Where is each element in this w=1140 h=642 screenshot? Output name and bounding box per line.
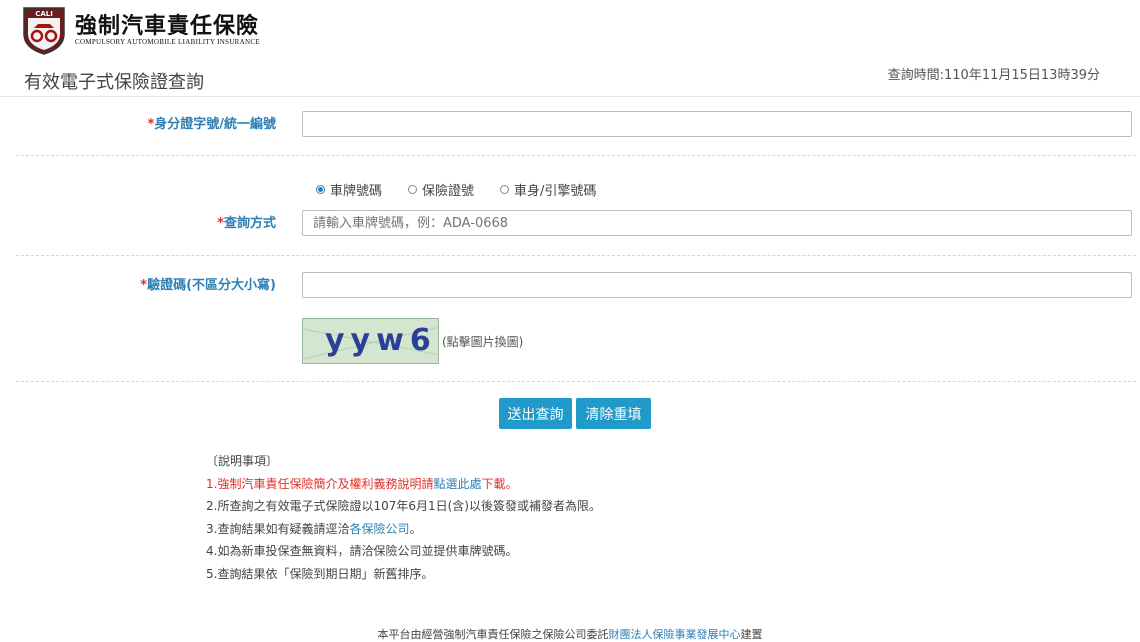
header: CALI 強制汽車責任保險 COMPULSORY AUTOMOBILE LIAB…: [0, 0, 1140, 100]
plate-number-input[interactable]: [302, 210, 1132, 236]
radio-icon: [408, 185, 418, 194]
captcha-label-text: 驗證碼(不區分大小寫): [147, 278, 276, 293]
id-label: *身分證字號/統一編號: [147, 113, 276, 132]
footer: 本平台由經營強制汽車責任保險之保險公司委託財團法人保險事業發展中心建置: [0, 626, 1140, 642]
footer-text: 本平台由經營強制汽車責任保險之保險公司委託: [377, 628, 609, 641]
id-input[interactable]: [302, 111, 1132, 137]
header-divider: [0, 96, 1140, 97]
captcha-hint: (點擊圖片換圖): [442, 335, 524, 349]
radio-icon: [500, 185, 510, 194]
note-1-tail: 下載。: [481, 476, 518, 491]
method-label: *查詢方式: [217, 212, 276, 231]
divider: [16, 155, 1136, 156]
note-1-text: 1.強制汽車責任保險簡介及權利義務說明請: [206, 476, 434, 491]
query-method-options: 車牌號碼 保險證號 車身/引擎號碼: [316, 180, 596, 199]
logo-text: CALI: [35, 10, 53, 18]
captcha-label: *驗證碼(不區分大小寫): [140, 274, 276, 293]
download-link[interactable]: 點選此處: [433, 477, 481, 491]
radio-policy[interactable]: 保險證號: [408, 180, 474, 199]
note-3-tail: 。: [409, 521, 422, 536]
note-2: 2.所查詢之有效電子式保險證以107年6月1日(含)以後簽發或補發者為限。: [206, 499, 601, 513]
radio-plate-label: 車牌號碼: [330, 184, 383, 199]
brand-title: 強制汽車責任保險: [75, 14, 260, 39]
method-label-text: 查詢方式: [223, 216, 276, 231]
insurers-link[interactable]: 各保險公司: [349, 522, 409, 536]
note-5: 5.查詢結果依「保險到期日期」新舊排序。: [206, 566, 434, 581]
captcha-input[interactable]: [302, 272, 1132, 298]
note-4: 4.如為新車投保查無資料，請洽保險公司並提供車牌號碼。: [206, 544, 518, 558]
footer-tail: 建置: [740, 628, 763, 641]
page-title: 有效電子式保險證查詢: [24, 72, 204, 93]
divider: [16, 381, 1136, 382]
required-mark: *: [217, 216, 224, 231]
brand-subtitle: COMPULSORY AUTOMOBILE LIABILITY INSURANC…: [75, 38, 260, 46]
note-1: 1.強制汽車責任保險簡介及權利義務說明請點選此處下載。: [206, 473, 601, 496]
captcha-image[interactable]: yyw6: [302, 318, 439, 364]
submit-button[interactable]: 送出查詢: [499, 398, 572, 429]
notes: 〔說明事項〕 1.強制汽車責任保險簡介及權利義務說明請點選此處下載。 2.所查詢…: [206, 450, 601, 585]
divider: [16, 255, 1136, 256]
note-3-text: 3.查詢結果如有疑義請逕洽: [206, 521, 350, 536]
footer-link[interactable]: 財團法人保險事業發展中心: [609, 628, 741, 641]
notes-heading: 〔說明事項〕: [206, 454, 279, 468]
radio-selected-icon: [316, 185, 325, 194]
radio-vin[interactable]: 車身/引擎號碼: [500, 180, 596, 199]
captcha-text: yyw6: [325, 323, 437, 358]
radio-plate[interactable]: 車牌號碼: [316, 180, 382, 199]
radio-policy-label: 保險證號: [422, 184, 475, 199]
note-3: 3.查詢結果如有疑義請逕洽各保險公司。: [206, 518, 601, 541]
query-time: 查詢時間:110年11月15日13時39分: [887, 68, 1100, 83]
clear-button[interactable]: 清除重填: [576, 398, 651, 429]
radio-vin-label: 車身/引擎號碼: [514, 184, 597, 199]
cali-logo: CALI: [23, 7, 65, 55]
id-label-text: 身分證字號/統一編號: [154, 117, 276, 132]
